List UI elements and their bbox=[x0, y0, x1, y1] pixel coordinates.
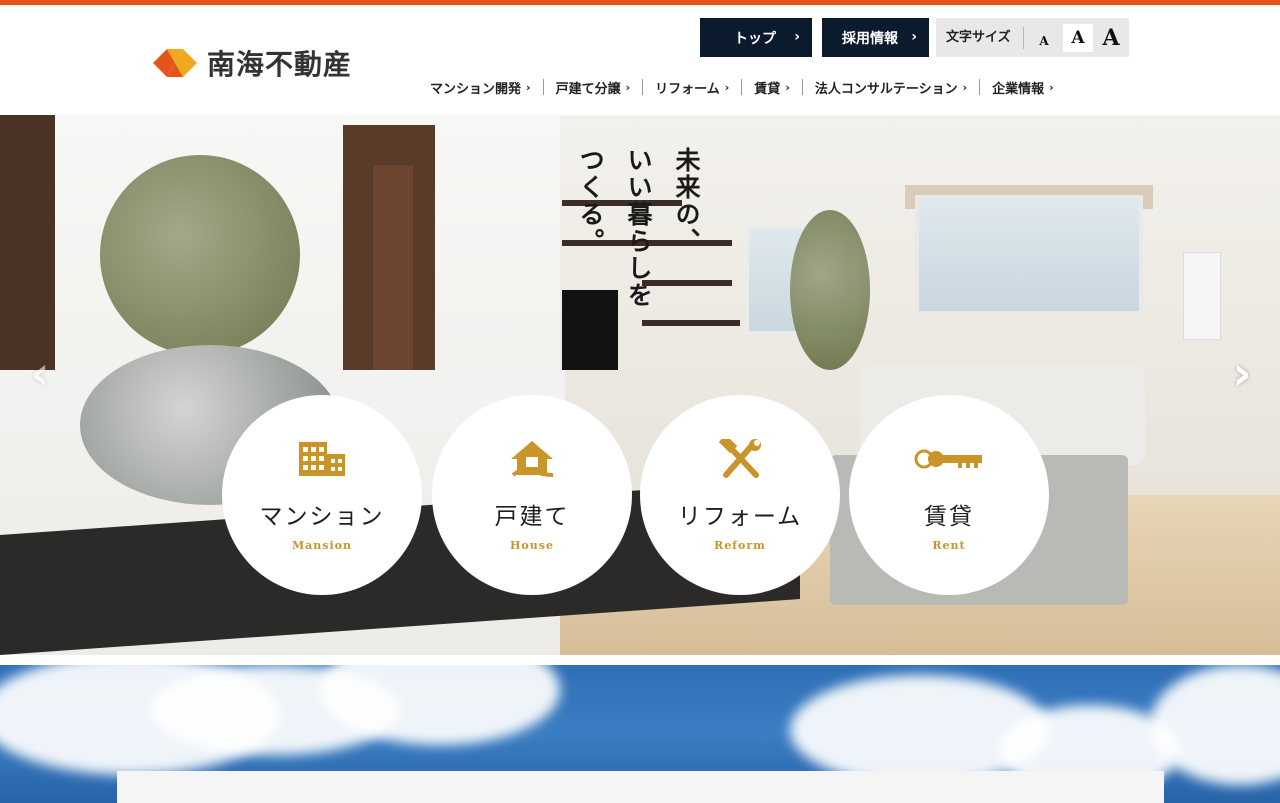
hero-tagline: 未来の、 いい暮らしを つくる。 bbox=[572, 147, 704, 347]
tagline-line: つくる。 bbox=[576, 147, 605, 255]
category-subtitle: House bbox=[510, 539, 554, 552]
recruit-label: 採用情報 bbox=[842, 30, 898, 47]
category-rent[interactable]: 賃貸 Rent bbox=[849, 395, 1049, 595]
chevron-right-icon: › bbox=[911, 29, 917, 45]
recruit-button[interactable]: 採用情報 › bbox=[822, 18, 929, 57]
nav-label: 賃貸 bbox=[754, 81, 781, 97]
nav-label: 戸建て分譲 bbox=[555, 81, 621, 97]
nav-divider bbox=[979, 79, 981, 95]
tools-icon bbox=[718, 439, 762, 479]
global-nav: マンション開発 › 戸建て分譲 › リフォーム › 賃貸 › 法人コンサルテーション › … bbox=[430, 77, 1130, 97]
chevron-right-icon: › bbox=[785, 80, 790, 94]
chevron-right-icon: › bbox=[1049, 80, 1054, 94]
font-size-label: 文字サイズ bbox=[936, 26, 1024, 49]
nav-label: リフォーム bbox=[655, 81, 720, 97]
tagline-line: 未来の、 bbox=[672, 147, 701, 255]
slider-prev-icon[interactable]: ‹ bbox=[20, 343, 60, 403]
chevron-right-icon: › bbox=[962, 80, 968, 94]
nav-divider bbox=[542, 79, 544, 95]
font-size-switcher: 文字サイズ A A A bbox=[936, 18, 1129, 57]
nav-item-company[interactable]: 企業情報 › bbox=[992, 78, 1054, 97]
hero-slider: 未来の、 いい暮らしを つくる。 ‹ › マンション Mansion 戸建て H… bbox=[0, 115, 1280, 655]
site-header: 南海不動産 トップ › 採用情報 › 文字サイズ A A A マンション開発 › … bbox=[0, 5, 1280, 115]
building-icon bbox=[297, 439, 347, 479]
font-size-large-button[interactable]: A bbox=[1096, 24, 1126, 52]
nav-label: 企業情報 bbox=[992, 81, 1045, 97]
chevron-right-icon: › bbox=[794, 29, 800, 45]
category-subtitle: Rent bbox=[932, 539, 966, 552]
category-subtitle: Mansion bbox=[291, 539, 352, 552]
key-icon bbox=[914, 439, 984, 479]
nav-divider bbox=[741, 79, 743, 95]
content-panel bbox=[117, 771, 1164, 803]
site-logo[interactable]: 南海不動産 bbox=[153, 43, 352, 83]
nav-item-mansion[interactable]: マンション開発 › bbox=[430, 78, 531, 97]
category-subtitle: Reform bbox=[714, 539, 766, 552]
top-page-button[interactable]: トップ › bbox=[700, 18, 812, 57]
nav-item-house[interactable]: 戸建て分譲 › bbox=[556, 78, 631, 97]
nav-item-consulting[interactable]: 法人コンサルテーション › bbox=[815, 78, 967, 97]
chevron-right-icon: › bbox=[724, 80, 730, 94]
font-size-medium-button[interactable]: A bbox=[1063, 23, 1093, 52]
category-title: 賃貸 bbox=[924, 504, 974, 530]
top-page-label: トップ bbox=[734, 30, 776, 47]
slider-next-icon[interactable]: › bbox=[1222, 343, 1262, 403]
nav-label: マンション開発 bbox=[430, 81, 522, 97]
nav-label: 法人コンサルテーション bbox=[814, 81, 958, 97]
nav-divider bbox=[642, 79, 644, 95]
logo-mark-icon bbox=[153, 45, 197, 81]
category-title: 戸建て bbox=[494, 504, 570, 530]
logo-text: 南海不動産 bbox=[207, 48, 353, 81]
house-icon bbox=[509, 439, 555, 479]
font-size-small-button[interactable]: A bbox=[1029, 24, 1059, 52]
nav-item-reform[interactable]: リフォーム › bbox=[655, 78, 729, 97]
category-reform[interactable]: リフォーム Reform bbox=[640, 395, 840, 595]
category-links: マンション Mansion 戸建て House リフォーム Reform 賃貸 … bbox=[222, 395, 1052, 595]
category-title: マンション bbox=[259, 504, 385, 530]
category-house[interactable]: 戸建て House bbox=[432, 395, 632, 595]
chevron-right-icon: › bbox=[526, 80, 531, 94]
category-title: リフォーム bbox=[677, 504, 803, 530]
category-mansion[interactable]: マンション Mansion bbox=[222, 395, 422, 595]
nav-divider bbox=[801, 79, 803, 95]
nav-item-rent[interactable]: 賃貸 › bbox=[754, 78, 790, 97]
tagline-line: いい暮らしを bbox=[624, 147, 653, 309]
chevron-right-icon: › bbox=[625, 80, 631, 94]
